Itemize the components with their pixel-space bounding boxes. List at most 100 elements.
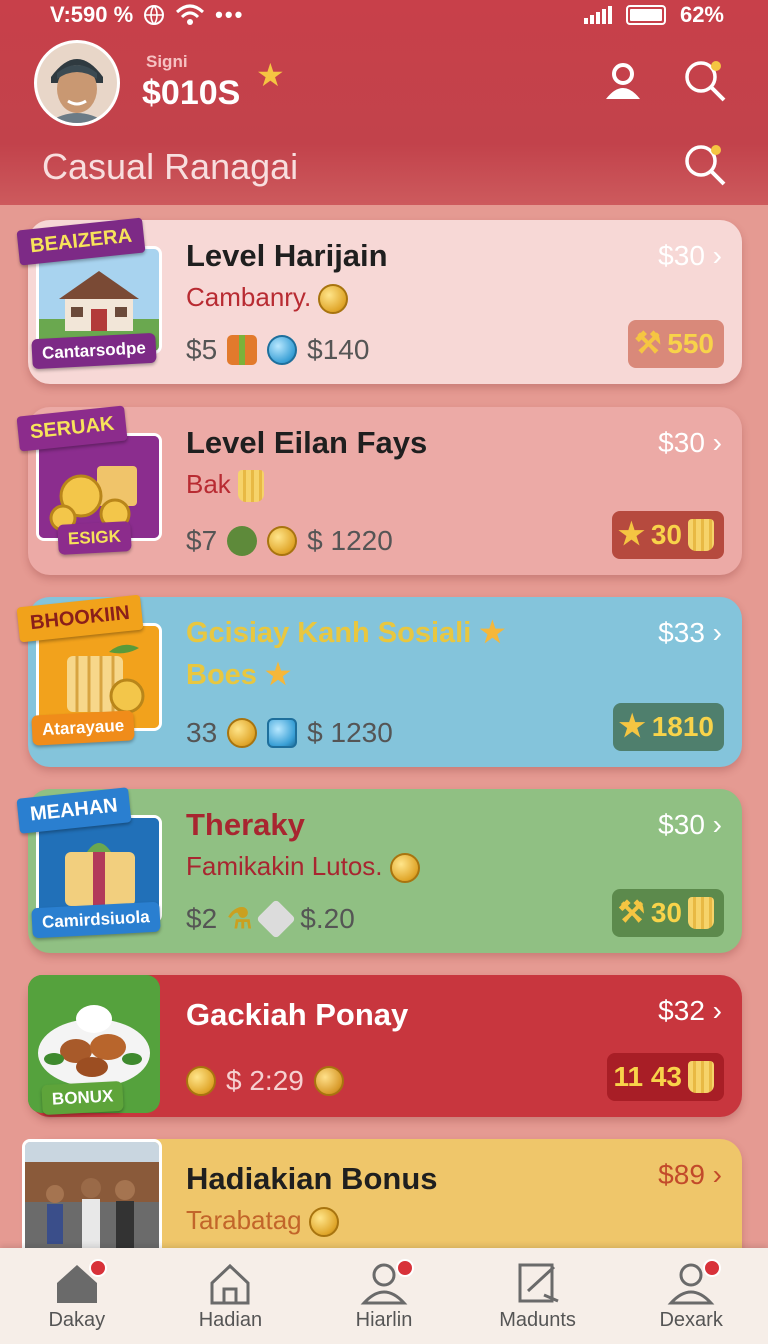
reward-badge[interactable]: ⚒ 30: [611, 889, 724, 937]
coin-icon: [308, 1207, 339, 1238]
reward-value: 1810: [651, 711, 714, 742]
nav-label: Hadian: [198, 1308, 263, 1331]
reward-value: 30: [650, 897, 682, 928]
avatar[interactable]: [34, 40, 120, 126]
card-thumbnail: SERUAK ESIGK: [16, 405, 182, 557]
chevron-right-icon: ›: [712, 1159, 722, 1190]
account-button[interactable]: [598, 56, 648, 106]
chevron-right-icon: ›: [712, 809, 722, 840]
nav-item-dexark[interactable]: Dexark: [621, 1258, 761, 1332]
card-price[interactable]: $32 ›: [658, 995, 722, 1027]
profile-sub-label: Signi: [146, 52, 188, 71]
bottom-nav: Dakay Hadian Hiarlin Madunts Dexark: [0, 1248, 768, 1344]
card-price[interactable]: $30 ›: [658, 240, 722, 272]
stat-left: $2: [186, 902, 218, 934]
flask-icon: ⚗: [227, 903, 253, 934]
nav-item-hadian[interactable]: Hadian: [160, 1261, 300, 1332]
card-price[interactable]: $33 ›: [658, 617, 722, 649]
reward-badge[interactable]: 11 43: [607, 1053, 724, 1101]
star-icon: ★: [264, 659, 291, 691]
card-title: Hadiakian Bonus: [186, 1161, 438, 1196]
status-right: 62%: [583, 2, 724, 28]
chevron-right-icon: ›: [712, 240, 722, 271]
level-card[interactable]: Hadiakian Bonus Tarabatag $89 ›: [22, 1139, 742, 1250]
card-stats: 33 $ 1230: [186, 717, 393, 749]
title-search-button[interactable]: [680, 140, 730, 190]
level-card[interactable]: BHOOKIIN Atarayaue Gcisiay Kanh Sosiali …: [16, 594, 742, 767]
level-list: BEAIZERA Cantarsodpe Level Harijain Camb…: [0, 205, 768, 1250]
card-stats: $7 $ 1220: [186, 525, 393, 557]
nav-label: Madunts: [499, 1308, 576, 1331]
coin-icon: [318, 284, 349, 315]
level-card[interactable]: BEAIZERA Cantarsodpe Level Harijain Camb…: [16, 217, 742, 384]
level-card[interactable]: BONUX Gackiah Ponay $32 › $ 2:29 11 43: [28, 975, 742, 1117]
card-price[interactable]: $30 ›: [658, 427, 722, 459]
hammer-icon: ⚒: [634, 327, 662, 360]
battery-text: 62%: [679, 2, 724, 27]
reward-badge[interactable]: ★ 1810: [612, 703, 724, 751]
reward-badge[interactable]: ⚒ 550: [628, 320, 724, 368]
stat-right: $ 2:29: [226, 1065, 304, 1096]
card-title: Gcisiay Kanh Sosiali ★: [186, 615, 505, 650]
notification-dot: [395, 1258, 414, 1277]
jar-icon: [267, 718, 298, 748]
status-bar: V:590 % ••• 62%: [0, 0, 768, 30]
globe-icon: [144, 5, 165, 25]
coin-icon: [389, 853, 420, 884]
card-subtitle: Famikakin Lutos.: [186, 851, 420, 884]
nav-item-madunts[interactable]: Madunts: [468, 1261, 608, 1332]
card-title: Gackiah Ponay: [186, 997, 409, 1032]
card-subtitle-text: Boes: [186, 659, 257, 691]
stat-right: $ 1220: [307, 525, 393, 556]
star-icon: ★: [256, 57, 285, 93]
star-icon: ★: [479, 617, 506, 649]
stat-left: $5: [186, 334, 218, 365]
fries-icon: [688, 1061, 714, 1093]
card-title-text: Gcisiay Kanh Sosiali: [186, 617, 472, 649]
card-price-text: $30: [658, 240, 705, 271]
coin-stack-icon: [267, 526, 298, 556]
search-button[interactable]: [680, 56, 730, 106]
more-dots-icon: •••: [215, 2, 245, 27]
gift-icon: [227, 335, 258, 365]
account-icon: [606, 63, 640, 99]
card-ribbon-bottom: BONUX: [41, 1080, 125, 1116]
app-header: V:590 % ••• 62% Signi $010S ★ Casual Ran…: [0, 0, 768, 205]
status-text: V:590 %: [50, 2, 134, 27]
fries-icon: [238, 470, 265, 503]
card-ribbon-bottom: Cantarsodpe: [31, 332, 157, 370]
card-subtitle-text: Famikakin Lutos.: [186, 851, 383, 881]
nav-label: Dakay: [48, 1308, 106, 1331]
card-subtitle: Cambanry.: [186, 282, 349, 315]
card-price[interactable]: $30 ›: [658, 809, 722, 841]
stat-right: $ 1230: [307, 717, 393, 748]
card-price[interactable]: $89 ›: [658, 1159, 722, 1191]
nav-item-dakay[interactable]: Dakay: [7, 1258, 147, 1332]
search-icon: [685, 145, 726, 186]
level-card[interactable]: MEAHAN Camirdsiuola Theraky Famikakin Lu…: [16, 787, 742, 953]
reward-badge[interactable]: ★ 30: [611, 511, 724, 559]
card-title: Theraky: [186, 807, 305, 842]
card-thumbnail: [22, 1139, 182, 1250]
house-outline-icon: [210, 1263, 250, 1304]
card-subtitle: Boes ★: [186, 657, 291, 692]
signal-icon: [583, 6, 612, 24]
edit-icon: [518, 1263, 559, 1302]
card-stats: $5 $140: [186, 334, 369, 366]
gem-icon: [256, 898, 297, 939]
fries-icon: [688, 519, 714, 551]
search-icon: [685, 61, 726, 102]
card-ribbon-bottom: Camirdsiuola: [31, 901, 161, 939]
fries-icon: [688, 897, 714, 929]
level-card[interactable]: SERUAK ESIGK Level Eilan Fays Bak $30 › …: [16, 405, 742, 575]
card-subtitle-text: Tarabatag: [186, 1205, 302, 1235]
status-left: V:590 % •••: [50, 2, 244, 28]
card-title: Level Harijain: [186, 238, 388, 273]
blue-coin-icon: [267, 335, 298, 365]
nav-item-hiarlin[interactable]: Hiarlin: [314, 1258, 454, 1332]
gift-icon: [227, 526, 258, 556]
hammer-icon: ⚒: [617, 896, 645, 929]
wifi-icon: [176, 4, 205, 25]
card-thumbnail: MEAHAN Camirdsiuola: [16, 787, 182, 939]
chevron-right-icon: ›: [712, 617, 722, 648]
